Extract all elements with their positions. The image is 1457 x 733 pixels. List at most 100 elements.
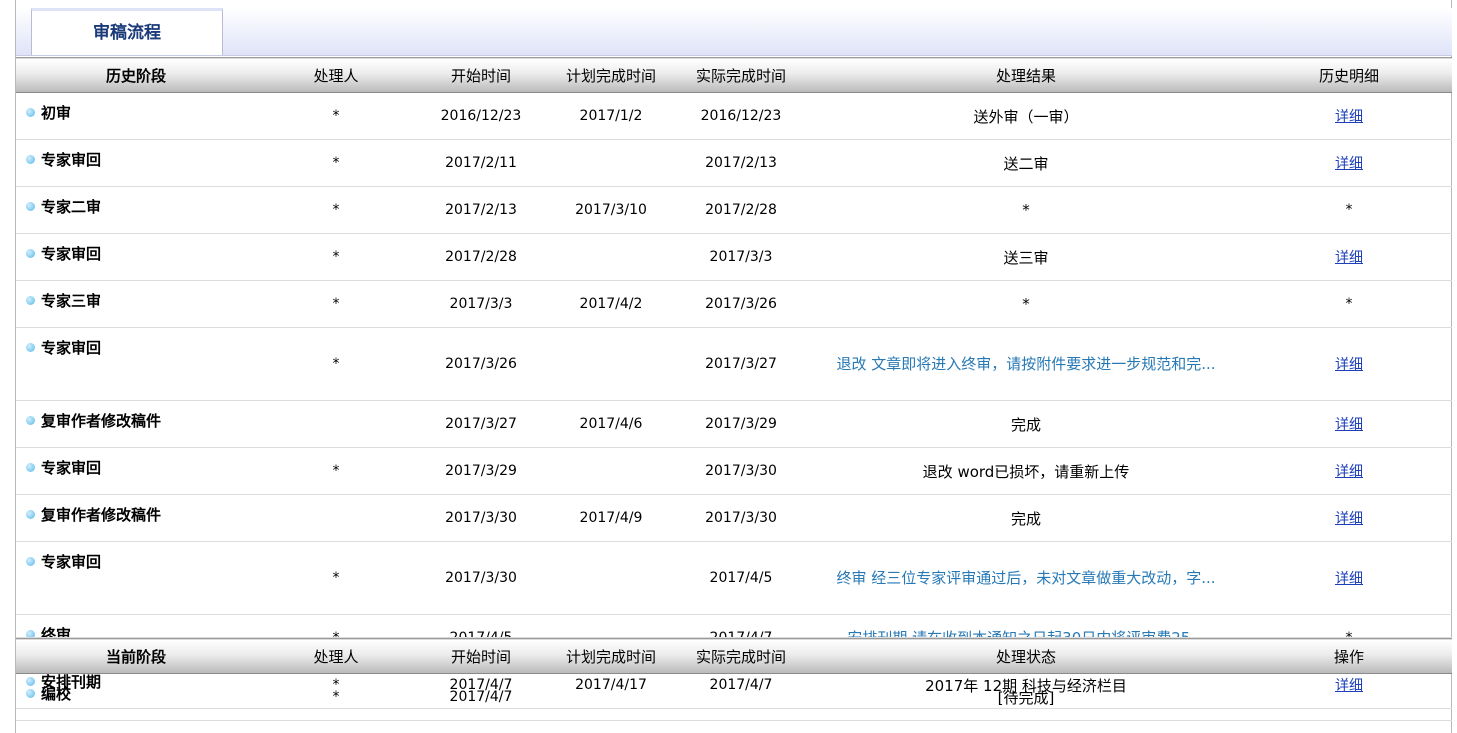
tab-bar: 审稿流程	[16, 8, 1452, 56]
cell-planned-finish	[546, 233, 676, 281]
cell-stage: 专家审回	[16, 233, 256, 281]
cell-stage: 编校	[16, 673, 256, 721]
stage-name: 专家审回	[41, 553, 102, 571]
stage-name: 复审作者修改稿件	[41, 506, 162, 524]
cell-stage: 初审	[16, 92, 256, 140]
cell-actual-finish: 2017/2/28	[676, 186, 806, 234]
cell-stage: 复审作者修改稿件	[16, 400, 256, 448]
stage-name: 专家审回	[41, 245, 102, 263]
cell-detail: 详细	[1246, 327, 1452, 401]
stage-name: 复审作者修改稿件	[41, 412, 162, 430]
history-header-4: 实际完成时间	[676, 57, 806, 93]
bullet-icon	[26, 249, 35, 258]
cell-result: 退改 word已损坏，请重新上传	[806, 447, 1246, 495]
cell-planned-finish: 2017/4/2	[546, 280, 676, 328]
bullet-icon	[26, 689, 35, 698]
detail-link[interactable]: 详细	[1335, 357, 1363, 373]
cell-result: 送二审	[806, 139, 1246, 187]
current-header-1: 处理人	[256, 638, 416, 674]
current-row: 编校 * 2017/4/7 [待完成]	[16, 673, 1452, 721]
detail-link[interactable]: 详细	[1335, 511, 1363, 527]
cell-actual-finish: 2017/4/5	[676, 541, 806, 615]
cell-start-time: 2017/2/13	[416, 186, 546, 234]
cell-planned-finish	[546, 327, 676, 401]
cell-planned-finish	[546, 541, 676, 615]
cell-handler: *	[256, 139, 416, 187]
cell-detail: 详细	[1246, 233, 1452, 281]
history-row: 专家三审 * 2017/3/3 2017/4/2 2017/3/26 * *	[16, 280, 1452, 328]
history-header-5: 处理结果	[806, 57, 1246, 93]
history-header-3: 计划完成时间	[546, 57, 676, 93]
history-row: 专家审回 * 2017/3/26 2017/3/27 退改 文章即将进入终审，请按附件要…	[16, 327, 1452, 401]
stage-name: 初审	[41, 104, 72, 122]
current-header-0: 当前阶段	[16, 638, 256, 674]
tab-review-process[interactable]: 审稿流程	[31, 8, 223, 55]
detail-link[interactable]: 详细	[1335, 464, 1363, 480]
detail-link[interactable]: 详细	[1335, 250, 1363, 266]
cell-planned-finish: 2017/4/6	[546, 400, 676, 448]
history-row: 复审作者修改稿件 2017/3/30 2017/4/9 2017/3/30 完成 详细	[16, 494, 1452, 542]
table-spacer	[16, 616, 1452, 638]
current-header-2: 开始时间	[416, 638, 546, 674]
detail-link[interactable]: 详细	[1335, 417, 1363, 433]
cell-actual-finish	[676, 673, 806, 721]
cell-detail: *	[1246, 280, 1452, 328]
cell-detail: *	[1246, 186, 1452, 234]
cell-start-time: 2017/3/3	[416, 280, 546, 328]
cell-handler: *	[256, 447, 416, 495]
cell-result: 退改 文章即将进入终审，请按附件要求进一步规范和完...	[806, 327, 1246, 401]
current-table: 当前阶段 处理人 开始时间 计划完成时间 实际完成时间 处理状态 操作 编校 * 2017/4/…	[16, 638, 1452, 721]
cell-handler	[256, 494, 416, 542]
cell-start-time: 2017/3/26	[416, 327, 546, 401]
history-header-row: 历史阶段 处理人 开始时间 计划完成时间 实际完成时间 处理结果 历史明细	[16, 57, 1452, 93]
bullet-icon	[26, 108, 35, 117]
history-row: 复审作者修改稿件 2017/3/27 2017/4/6 2017/3/29 完成 详细	[16, 400, 1452, 448]
stage-name: 编校	[41, 685, 72, 703]
history-header-6: 历史明细	[1246, 57, 1452, 93]
detail-link[interactable]: 详细	[1335, 571, 1363, 587]
cell-planned-finish: 2017/3/10	[546, 186, 676, 234]
current-header-row: 当前阶段 处理人 开始时间 计划完成时间 实际完成时间 处理状态 操作	[16, 638, 1452, 674]
cell-result: 完成	[806, 494, 1246, 542]
stage-name: 专家三审	[41, 292, 102, 310]
stage-name: 专家二审	[41, 198, 102, 216]
cell-planned-finish: 2017/1/2	[546, 92, 676, 140]
history-header-1: 处理人	[256, 57, 416, 93]
cell-stage: 专家审回	[16, 139, 256, 187]
cell-planned-finish	[546, 447, 676, 495]
detail-link[interactable]: 详细	[1335, 156, 1363, 172]
history-header-0: 历史阶段	[16, 57, 256, 93]
cell-handler: *	[256, 541, 416, 615]
cell-start-time: 2017/2/11	[416, 139, 546, 187]
cell-detail: 详细	[1246, 139, 1452, 187]
stage-name: 专家审回	[41, 459, 102, 477]
cell-detail: 详细	[1246, 447, 1452, 495]
cell-stage: 复审作者修改稿件	[16, 494, 256, 542]
cell-actual-finish: 2017/3/30	[676, 447, 806, 495]
bullet-icon	[26, 155, 35, 164]
current-header-6: 操作	[1246, 638, 1452, 674]
detail-link[interactable]: 详细	[1335, 109, 1363, 125]
cell-stage: 专家审回	[16, 327, 256, 401]
cell-handler: *	[256, 92, 416, 140]
cell-detail: 详细	[1246, 494, 1452, 542]
cell-start-time: 2017/3/27	[416, 400, 546, 448]
history-row: 初审 * 2016/12/23 2017/1/2 2016/12/23 送外审（一审） 详细	[16, 92, 1452, 140]
current-header-5: 处理状态	[806, 638, 1246, 674]
history-row: 专家审回 * 2017/3/30 2017/4/5 终审 经三位专家评审通过后，未对文章…	[16, 541, 1452, 615]
result-text: 终审 经三位专家评审通过后，未对文章做重大改动，字...	[836, 569, 1216, 587]
cell-handler: *	[256, 673, 416, 721]
cell-detail: 详细	[1246, 541, 1452, 615]
cell-handler: *	[256, 233, 416, 281]
cell-start-time: 2017/2/28	[416, 233, 546, 281]
cell-status: [待完成]	[806, 673, 1246, 721]
cell-start-time: 2017/3/30	[416, 541, 546, 615]
cell-handler: *	[256, 186, 416, 234]
cell-actual-finish: 2017/3/26	[676, 280, 806, 328]
bullet-icon	[26, 510, 35, 519]
cell-operation	[1246, 673, 1452, 721]
cell-stage: 专家审回	[16, 447, 256, 495]
result-text: 退改 文章即将进入终审，请按附件要求进一步规范和完...	[836, 355, 1216, 373]
bullet-icon	[26, 343, 35, 352]
history-row: 专家审回 * 2017/2/11 2017/2/13 送二审 详细	[16, 139, 1452, 187]
